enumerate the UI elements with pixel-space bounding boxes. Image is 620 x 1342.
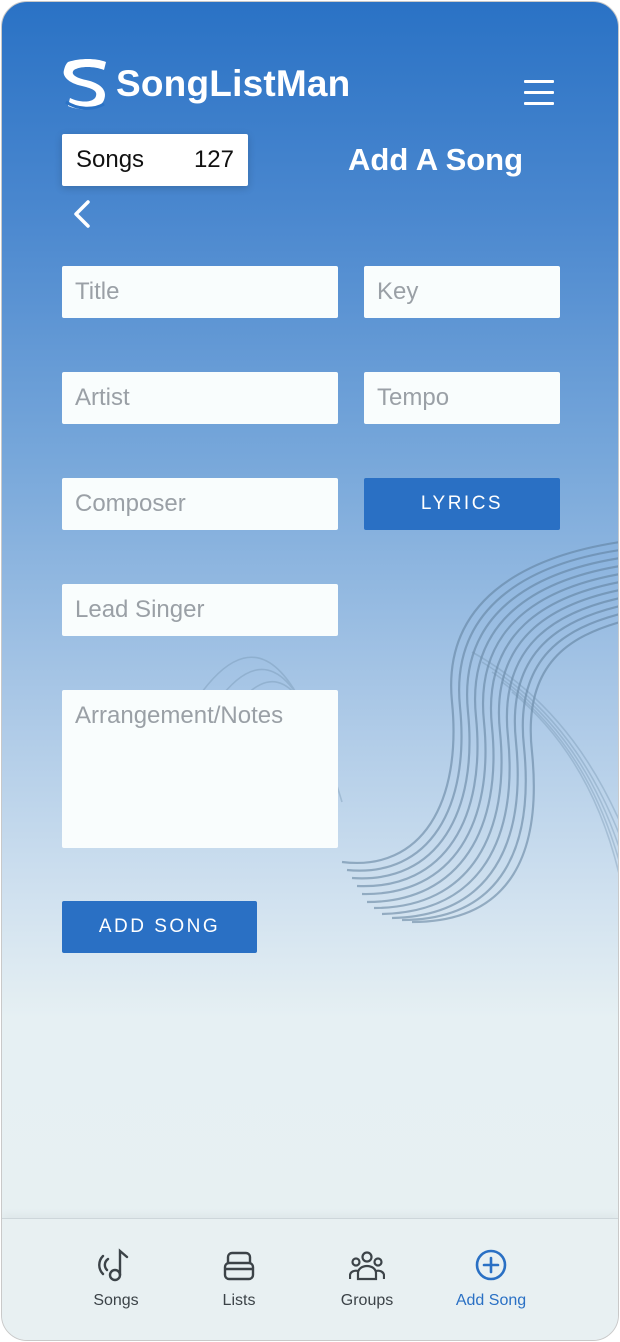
group-people-icon xyxy=(349,1251,385,1281)
composer-input[interactable] xyxy=(62,478,338,530)
lead-singer-input[interactable] xyxy=(62,584,338,636)
music-note-icon xyxy=(98,1248,129,1282)
stack-icon xyxy=(223,1251,255,1281)
nav-item-songs[interactable]: Songs xyxy=(56,1219,176,1340)
nav-item-groups[interactable]: Groups xyxy=(307,1219,427,1340)
logo-mark-icon xyxy=(63,59,106,110)
nav-label-add-song: Add Song xyxy=(455,1292,527,1309)
artist-input[interactable] xyxy=(62,372,338,424)
add-song-button[interactable]: ADD SONG xyxy=(62,901,257,953)
songs-badge-count: 127 xyxy=(193,146,234,173)
key-input[interactable] xyxy=(364,266,560,318)
songs-badge-label: Songs xyxy=(76,146,145,173)
tempo-input[interactable] xyxy=(364,372,560,424)
nav-item-lists[interactable]: Lists xyxy=(179,1219,299,1340)
nav-label-songs: Songs xyxy=(93,1292,139,1309)
app-name: SongListMan xyxy=(116,63,351,104)
arrangement-notes-textarea[interactable] xyxy=(62,690,338,848)
lyrics-button[interactable]: LYRICS xyxy=(364,478,560,530)
hamburger-menu-icon[interactable] xyxy=(524,80,556,106)
bottom-navigation: Songs Lists Groups Add Song xyxy=(2,1218,618,1340)
nav-label-lists: Lists xyxy=(222,1292,256,1309)
app-logo: SongListMan xyxy=(60,54,350,114)
page-title: Add A Song xyxy=(348,142,524,177)
add-circle-icon xyxy=(475,1249,507,1281)
title-input[interactable] xyxy=(62,266,338,318)
chevron-left-icon[interactable] xyxy=(68,198,96,230)
app-screen: SongListMan Songs 127 Add A Song LYRICS … xyxy=(1,1,619,1341)
nav-label-groups: Groups xyxy=(340,1292,394,1309)
songs-count-badge[interactable]: Songs 127 xyxy=(62,134,248,186)
nav-item-add-song[interactable]: Add Song xyxy=(431,1219,551,1340)
